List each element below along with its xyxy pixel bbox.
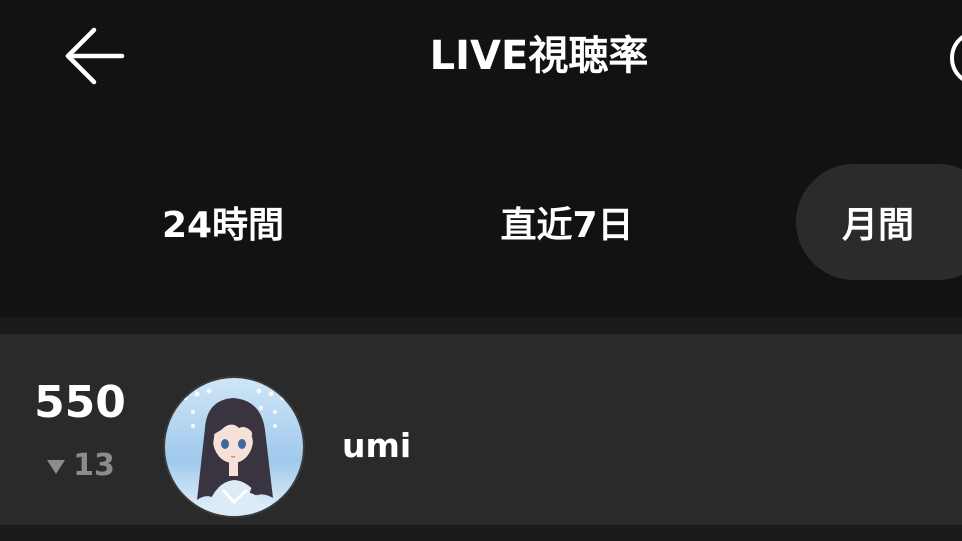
triangle-down-icon bbox=[47, 459, 66, 474]
live-ranking-screen: LIVE視聴率 24時間 直近7日 月間 550 13 umi bbox=[0, 0, 962, 541]
rank-number: 550 bbox=[34, 377, 126, 428]
avatar[interactable] bbox=[163, 376, 305, 518]
header: LIVE視聴率 bbox=[0, 0, 962, 115]
rank-change: 13 bbox=[36, 448, 126, 483]
username: umi bbox=[342, 426, 412, 465]
help-circle-icon bbox=[950, 35, 962, 81]
help-button[interactable] bbox=[948, 28, 962, 88]
page-title: LIVE視聴率 bbox=[429, 33, 649, 79]
rank-change-value: 13 bbox=[73, 448, 115, 483]
period-tabs: 24時間 直近7日 月間 bbox=[0, 160, 962, 285]
tab-24-hours[interactable]: 24時間 bbox=[120, 164, 326, 280]
ranking-list: 550 13 umi bbox=[0, 317, 962, 541]
tab-last-7-days[interactable]: 直近7日 bbox=[460, 164, 674, 280]
anime-girl-avatar-image bbox=[165, 378, 303, 516]
tab-monthly[interactable]: 月間 bbox=[796, 164, 962, 280]
list-item[interactable]: 550 13 umi bbox=[0, 334, 962, 525]
